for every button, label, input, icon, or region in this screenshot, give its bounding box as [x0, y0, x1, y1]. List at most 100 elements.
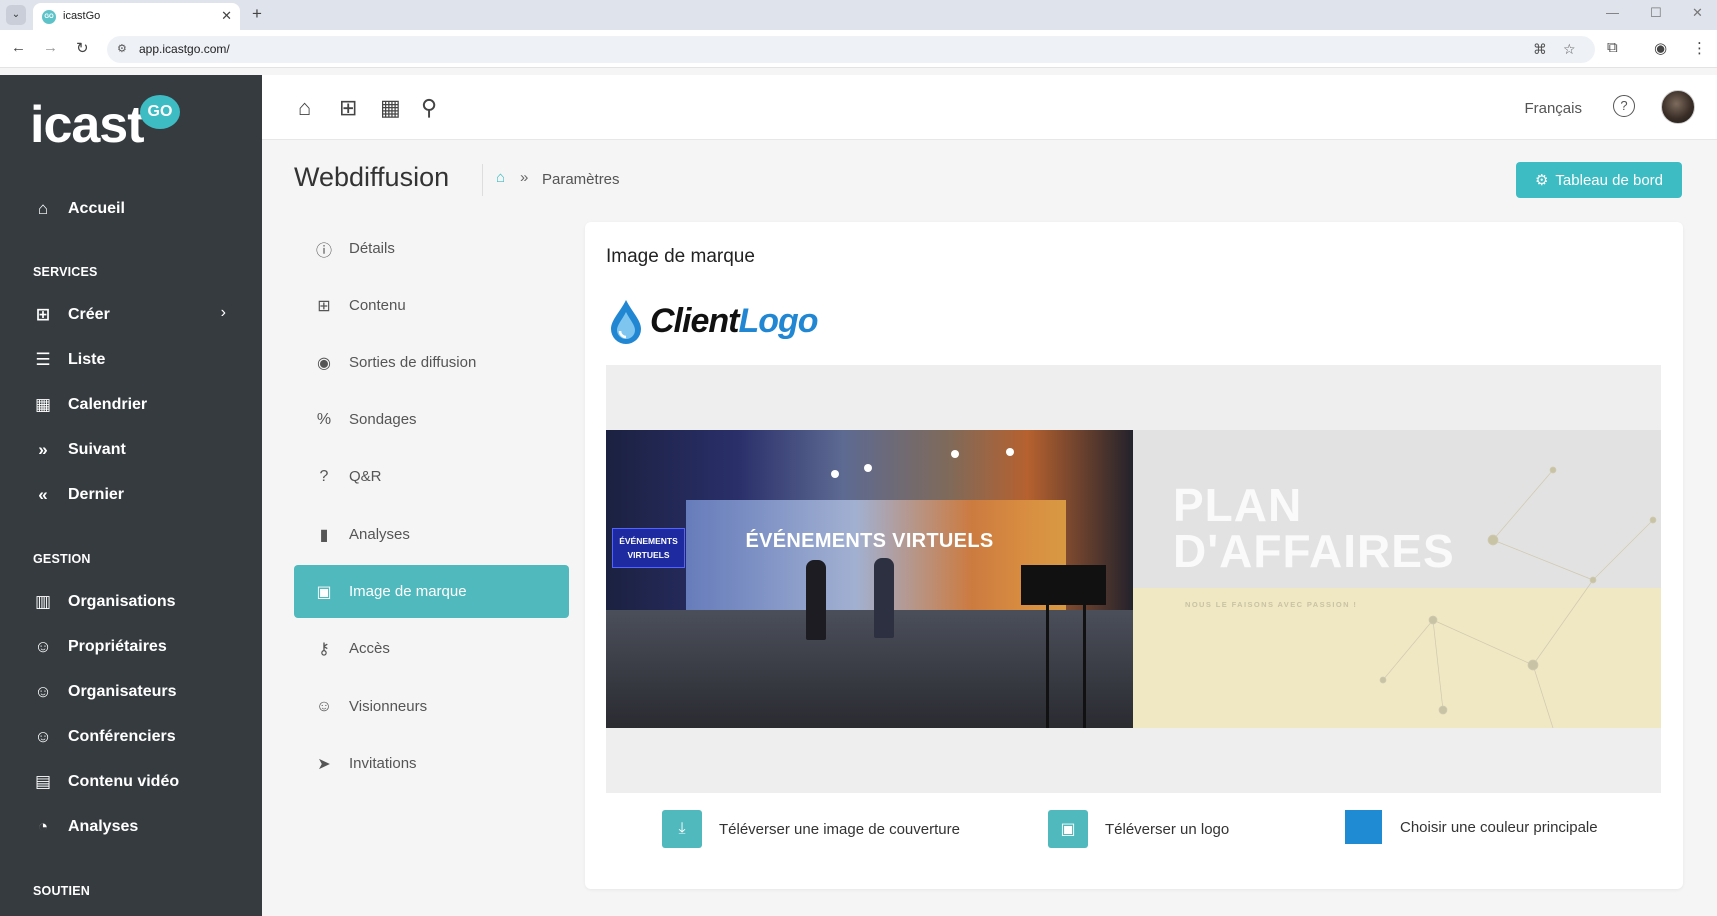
home-icon[interactable]: ⌂ — [298, 95, 311, 121]
broadcast-icon: ◉ — [317, 354, 331, 372]
upload-cover-button[interactable]: ⤓ Téléverser une image de couverture — [662, 810, 960, 848]
settings-menu-visionneurs[interactable]: ☺ Visionneurs — [294, 680, 569, 733]
address-bar: ← → ↻ ⚙ app.icastgo.com/ ⌘ ☆ ⧉ ◉ ⋮ — [0, 30, 1717, 68]
settings-menu-qr[interactable]: ? Q&R — [294, 450, 569, 503]
settings-menu-contenu[interactable]: ⊞ Contenu — [294, 279, 569, 332]
plan-subtitle: NOUS LE FAISONS AVEC PASSION ! — [1185, 600, 1358, 609]
key-icon: ⚷ — [318, 640, 330, 658]
film-icon: ▤ — [34, 772, 52, 791]
title-divider — [482, 164, 483, 196]
url-field[interactable]: ⚙ app.icastgo.com/ ⌘ ☆ — [107, 36, 1595, 63]
tab-search-button[interactable]: ⌄ — [6, 5, 26, 25]
client-logo-dark: Client — [650, 301, 739, 340]
minimize-icon[interactable]: — — [1606, 5, 1619, 20]
cover-image-stage: ÉVÉNEMENTS VIRTUELS ÉVÉNEMENTS VIRTUELS — [606, 430, 1133, 728]
bookmark-star-icon[interactable]: ☆ — [1563, 41, 1576, 58]
help-icon[interactable]: ? — [1613, 95, 1635, 117]
reload-icon[interactable]: ↻ — [76, 39, 89, 57]
settings-menu-image-de-marque[interactable]: ▣ Image de marque — [294, 565, 569, 618]
settings-menu-sorties[interactable]: ◉ Sorties de diffusion — [294, 336, 569, 389]
sidebar-item-label: Conférenciers — [68, 728, 176, 745]
settings-menu-label: Visionneurs — [349, 698, 428, 715]
sidebar-item-label: Contenu vidéo — [68, 773, 180, 790]
choose-color-button[interactable]: Choisir une couleur principale — [1345, 810, 1598, 844]
settings-menu-acces[interactable]: ⚷ Accès — [294, 622, 569, 675]
camera-figure — [1021, 565, 1106, 605]
water-drop-icon — [611, 300, 641, 344]
translate-icon[interactable]: ⌘ — [1533, 41, 1547, 58]
file-plus-icon[interactable]: ⊞ — [339, 95, 357, 121]
chevron-right-icon[interactable]: › — [221, 304, 226, 322]
settings-menu-label: Contenu — [349, 297, 406, 314]
sidebar-item-suivant[interactable]: » Suivant — [32, 438, 126, 462]
back-icon[interactable]: ← — [11, 39, 26, 56]
file-plus-icon: ⊞ — [35, 305, 51, 324]
maximize-icon[interactable]: ☐ — [1650, 5, 1662, 21]
sidebar-item-label: Créer — [68, 306, 110, 323]
avatar[interactable] — [1661, 90, 1695, 124]
building-icon: ▥ — [34, 592, 52, 611]
app-logo[interactable]: icast — [30, 95, 145, 155]
cover-image-plan: PLAN D'AFFAIRES NOUS LE FAISONS AVEC PAS… — [1133, 430, 1661, 728]
settings-menu-analyses[interactable]: ▮ Analyses — [294, 508, 569, 561]
stage-light — [951, 450, 959, 458]
site-info-icon[interactable]: ⚙ — [117, 42, 127, 55]
new-tab-icon[interactable]: + — [252, 4, 262, 24]
profile-icon[interactable]: ◉ — [1654, 39, 1667, 57]
browser-tab[interactable]: GO icastGo ✕ — [33, 3, 240, 30]
sidebar-item-analyses[interactable]: ◔ Analyses — [32, 815, 138, 839]
extensions-icon[interactable]: ⧉ — [1607, 39, 1618, 56]
sidebar-item-liste[interactable]: ☰ Liste — [32, 348, 105, 372]
language-selector[interactable]: Français — [1524, 100, 1582, 117]
sidebar-item-proprietaires[interactable]: ☺ Propriétaires — [32, 635, 166, 659]
info-icon: ⓘ — [315, 242, 332, 260]
forward-icon[interactable]: → — [43, 39, 58, 56]
sidebar-section-gestion: GESTION — [33, 552, 91, 566]
settings-menu-sondages[interactable]: % Sondages — [294, 393, 569, 446]
breadcrumb-home-icon[interactable]: ⌂ — [496, 169, 505, 186]
settings-menu-details[interactable]: ⓘ Détails — [294, 222, 569, 275]
sidebar-item-organisateurs[interactable]: ☺ Organisateurs — [32, 680, 176, 704]
primary-color-swatch[interactable] — [1345, 810, 1382, 844]
upload-logo-label: Téléverser un logo — [1105, 820, 1230, 838]
stage-light — [831, 470, 839, 478]
window-close-icon[interactable]: ✕ — [1692, 5, 1703, 21]
sidebar-item-accueil[interactable]: ⌂ Accueil — [32, 197, 125, 221]
settings-menu-label: Image de marque — [349, 583, 467, 600]
sidebar-item-organisations[interactable]: ▥ Organisations — [32, 590, 176, 614]
branding-card: Image de marque ClientLogo ÉVÉNEMENTS VI… — [585, 222, 1683, 889]
calendar-icon[interactable]: ▦ — [380, 95, 401, 121]
settings-menu-label: Détails — [349, 240, 395, 257]
sidebar-item-label: Accueil — [68, 200, 125, 217]
browser-menu-icon[interactable]: ⋮ — [1692, 39, 1707, 57]
browser-tabbar: ⌄ GO icastGo ✕ + — ☐ ✕ — [0, 0, 1717, 30]
stage-title: ÉVÉNEMENTS VIRTUELS — [745, 530, 994, 552]
download-icon: ⤓ — [662, 810, 702, 848]
cover-preview: ÉVÉNEMENTS VIRTUELS ÉVÉNEMENTS VIRTUELS — [606, 365, 1661, 793]
plan-title: PLAN D'AFFAIRES — [1173, 482, 1455, 574]
close-tab-icon[interactable]: ✕ — [221, 8, 232, 24]
pie-chart-icon: ◔ — [37, 817, 49, 836]
user-icon: ☺ — [34, 682, 52, 701]
sidebar-item-contenu-video[interactable]: ▤ Contenu vidéo — [32, 770, 179, 794]
top-header: ⌂ ⊞ ▦ ⚲ Français ? — [262, 75, 1717, 140]
upload-logo-button[interactable]: ▣ Téléverser un logo — [1048, 810, 1229, 848]
sidebar-item-conferenciers[interactable]: ☺ Conférenciers — [32, 725, 176, 749]
users-icon: ☺ — [315, 697, 333, 715]
sidebar-item-label: Analyses — [68, 818, 139, 835]
upload-cover-label: Téléverser une image de couverture — [719, 820, 960, 838]
sidebar-item-label: Organisateurs — [68, 683, 177, 700]
url-text: app.icastgo.com/ — [139, 42, 230, 56]
tab-title: icastGo — [63, 10, 101, 22]
sidebar-item-calendrier[interactable]: ▦ Calendrier — [32, 393, 147, 417]
sidebar-item-label: Calendrier — [68, 396, 148, 413]
sidebar-item-creer[interactable]: ⊞ Créer — [32, 303, 230, 327]
settings-menu-invitations[interactable]: ➤ Invitations — [294, 737, 569, 790]
settings-menu-label: Analyses — [349, 526, 410, 543]
sidebar-item-dernier[interactable]: « Dernier — [32, 483, 124, 507]
search-icon[interactable]: ⚲ — [421, 95, 437, 121]
client-logo: ClientLogo — [607, 296, 819, 346]
dashboard-button[interactable]: ⚙ Tableau de bord — [1516, 162, 1682, 198]
sidebar-item-label: Suivant — [68, 441, 126, 458]
sidebar-item-label: Organisations — [68, 593, 176, 610]
